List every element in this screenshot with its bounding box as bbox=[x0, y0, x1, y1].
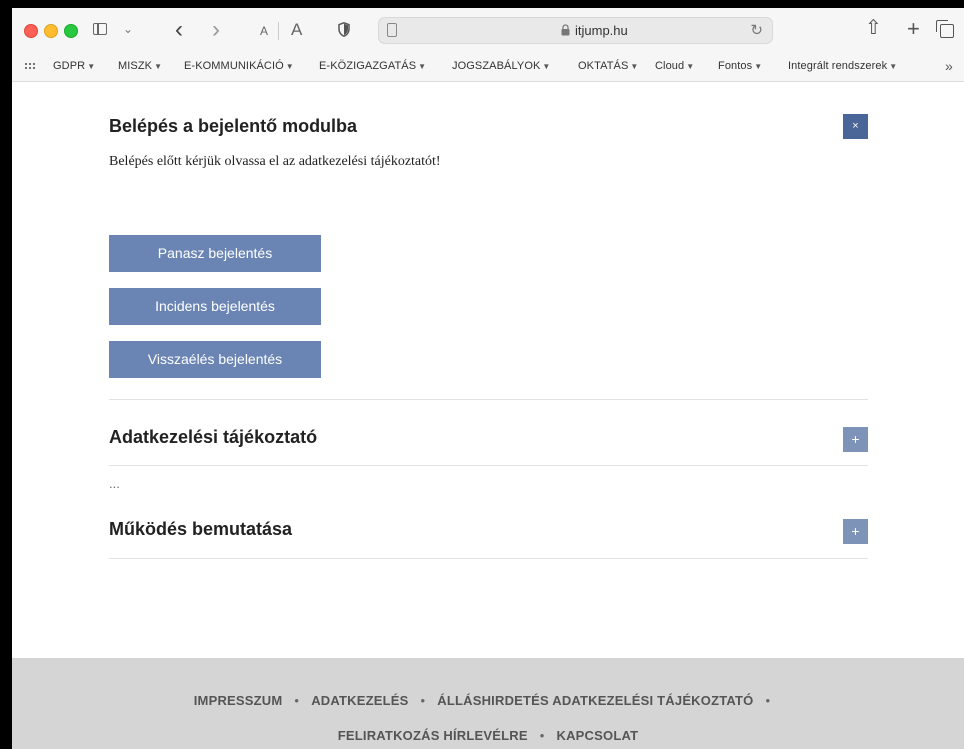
footer-link-impresszum[interactable]: IMPRESSZUM bbox=[194, 693, 283, 708]
chevron-down-icon: ▼ bbox=[418, 62, 427, 71]
bookmark-miszk[interactable]: MISZK ▼ bbox=[118, 60, 162, 72]
back-icon[interactable]: ‹ bbox=[175, 18, 183, 42]
modal-title: Belépés a bejelentő modulba bbox=[109, 116, 358, 136]
url-text: itjump.hu bbox=[575, 23, 628, 38]
close-window-icon[interactable] bbox=[24, 24, 38, 38]
zoom-window-icon[interactable] bbox=[64, 24, 78, 38]
page-menu-icon[interactable] bbox=[387, 23, 397, 37]
expand-operation-demo-button[interactable]: + bbox=[843, 519, 868, 544]
chevron-down-icon: ▼ bbox=[285, 62, 294, 71]
share-icon[interactable]: ⇧ bbox=[865, 18, 882, 38]
abuse-report-button[interactable]: Visszaélés bejelentés bbox=[109, 341, 321, 378]
footer-link-allashirdetes[interactable]: ÁLLÁSHIRDETÉS ADATKEZELÉSI TÁJÉKOZTATÓ bbox=[437, 693, 753, 708]
close-button[interactable]: × bbox=[843, 114, 868, 139]
section-divider bbox=[109, 558, 868, 559]
chevron-down-icon: ▼ bbox=[87, 62, 96, 71]
browser-window: ⌄ ‹ › A A itjump.hu ↻ ⇧ + GDPR ▼ MISZK ▼ E… bbox=[12, 8, 964, 749]
bookmarks-bar: GDPR ▼ MISZK ▼ E-KOMMUNIKÁCIÓ ▼ E-KÖZIGAZGA… bbox=[12, 52, 964, 82]
footer-link-hirlevel[interactable]: FELIRATKOZÁS HÍRLEVÉLRE bbox=[338, 728, 528, 743]
bookmark-label: Cloud bbox=[655, 60, 685, 72]
bookmark-label: GDPR bbox=[53, 60, 86, 72]
footer-links-row-2: FELIRATKOZÁS HÍRLEVÉLRE • KAPCSOLAT bbox=[12, 728, 964, 743]
bookmark-gdpr[interactable]: GDPR ▼ bbox=[53, 60, 95, 72]
bookmark-label: E-KÖZIGAZGATÁS bbox=[319, 60, 417, 72]
footer-separator: • bbox=[539, 728, 545, 743]
browser-toolbar: ⌄ ‹ › A A itjump.hu ↻ ⇧ + bbox=[12, 8, 964, 52]
address-bar[interactable]: itjump.hu ↻ bbox=[378, 17, 773, 44]
footer-separator: • bbox=[294, 693, 300, 708]
page-content: Belépés a bejelentő modulba × Belépés el… bbox=[12, 82, 964, 749]
chevron-down-icon: ▼ bbox=[889, 62, 898, 71]
apps-grid-icon[interactable] bbox=[24, 62, 35, 71]
chevron-down-icon: ▼ bbox=[754, 62, 763, 71]
toolbar-separator bbox=[278, 22, 279, 40]
bookmark-label: Fontos bbox=[718, 60, 753, 72]
tab-overview-icon[interactable] bbox=[936, 20, 954, 38]
bookmark-label: JOGSZABÁLYOK bbox=[452, 60, 541, 72]
privacy-notice-heading[interactable]: Adatkezelési tájékoztató bbox=[109, 427, 317, 448]
bookmark-oktatas[interactable]: OKTATÁS ▼ bbox=[578, 60, 638, 72]
section-divider bbox=[109, 465, 868, 466]
footer: IMPRESSZUM • ADATKEZELÉS • ÁLLÁSHIRDETÉS ADA… bbox=[12, 658, 964, 749]
new-tab-icon[interactable]: + bbox=[907, 18, 920, 40]
privacy-shield-icon[interactable] bbox=[338, 22, 350, 37]
bookmark-integralt-rendszerek[interactable]: Integrált rendszerek ▼ bbox=[788, 60, 897, 72]
bookmark-label: OKTATÁS bbox=[578, 60, 629, 72]
bookmark-jogszabalyok[interactable]: JOGSZABÁLYOK ▼ bbox=[452, 60, 550, 72]
chevron-down-icon[interactable]: ⌄ bbox=[123, 23, 133, 35]
bookmark-e-kozigazgatas[interactable]: E-KÖZIGAZGATÁS ▼ bbox=[319, 60, 426, 72]
footer-separator: • bbox=[765, 693, 771, 708]
forward-icon[interactable]: › bbox=[212, 18, 220, 42]
chevron-down-icon: ▼ bbox=[154, 62, 163, 71]
sidebar-icon[interactable] bbox=[93, 23, 107, 35]
footer-separator: • bbox=[420, 693, 426, 708]
bookmark-cloud[interactable]: Cloud ▼ bbox=[655, 60, 694, 72]
decrease-font-button[interactable]: A bbox=[260, 25, 268, 37]
lock-icon bbox=[561, 24, 570, 36]
bookmark-label: Integrált rendszerek bbox=[788, 60, 888, 72]
section-divider bbox=[109, 399, 868, 400]
ellipsis-text: ... bbox=[109, 476, 120, 491]
chevron-down-icon: ▼ bbox=[542, 62, 551, 71]
bookmark-e-kommunikacio[interactable]: E-KOMMUNIKÁCIÓ ▼ bbox=[184, 60, 294, 72]
operation-demo-heading[interactable]: Működés bemutatása bbox=[109, 519, 292, 540]
incident-report-button[interactable]: Incidens bejelentés bbox=[109, 288, 321, 325]
reload-icon[interactable]: ↻ bbox=[750, 21, 763, 39]
chevron-down-icon: ▼ bbox=[630, 62, 639, 71]
bookmark-label: E-KOMMUNIKÁCIÓ bbox=[184, 60, 284, 72]
increase-font-button[interactable]: A bbox=[291, 21, 302, 38]
bookmark-label: MISZK bbox=[118, 60, 153, 72]
more-bookmarks-icon[interactable]: » bbox=[945, 58, 953, 74]
chevron-down-icon: ▼ bbox=[686, 62, 695, 71]
complaint-report-button[interactable]: Panasz bejelentés bbox=[109, 235, 321, 272]
minimize-window-icon[interactable] bbox=[44, 24, 58, 38]
footer-link-adatkezeles[interactable]: ADATKEZELÉS bbox=[311, 693, 408, 708]
footer-links-row-1: IMPRESSZUM • ADATKEZELÉS • ÁLLÁSHIRDETÉS ADA… bbox=[12, 693, 964, 708]
expand-privacy-notice-button[interactable]: + bbox=[843, 427, 868, 452]
intro-text: Belépés előtt kérjük olvassa el az adatk… bbox=[109, 154, 441, 169]
bookmark-fontos[interactable]: Fontos ▼ bbox=[718, 60, 762, 72]
footer-link-kapcsolat[interactable]: KAPCSOLAT bbox=[557, 728, 639, 743]
